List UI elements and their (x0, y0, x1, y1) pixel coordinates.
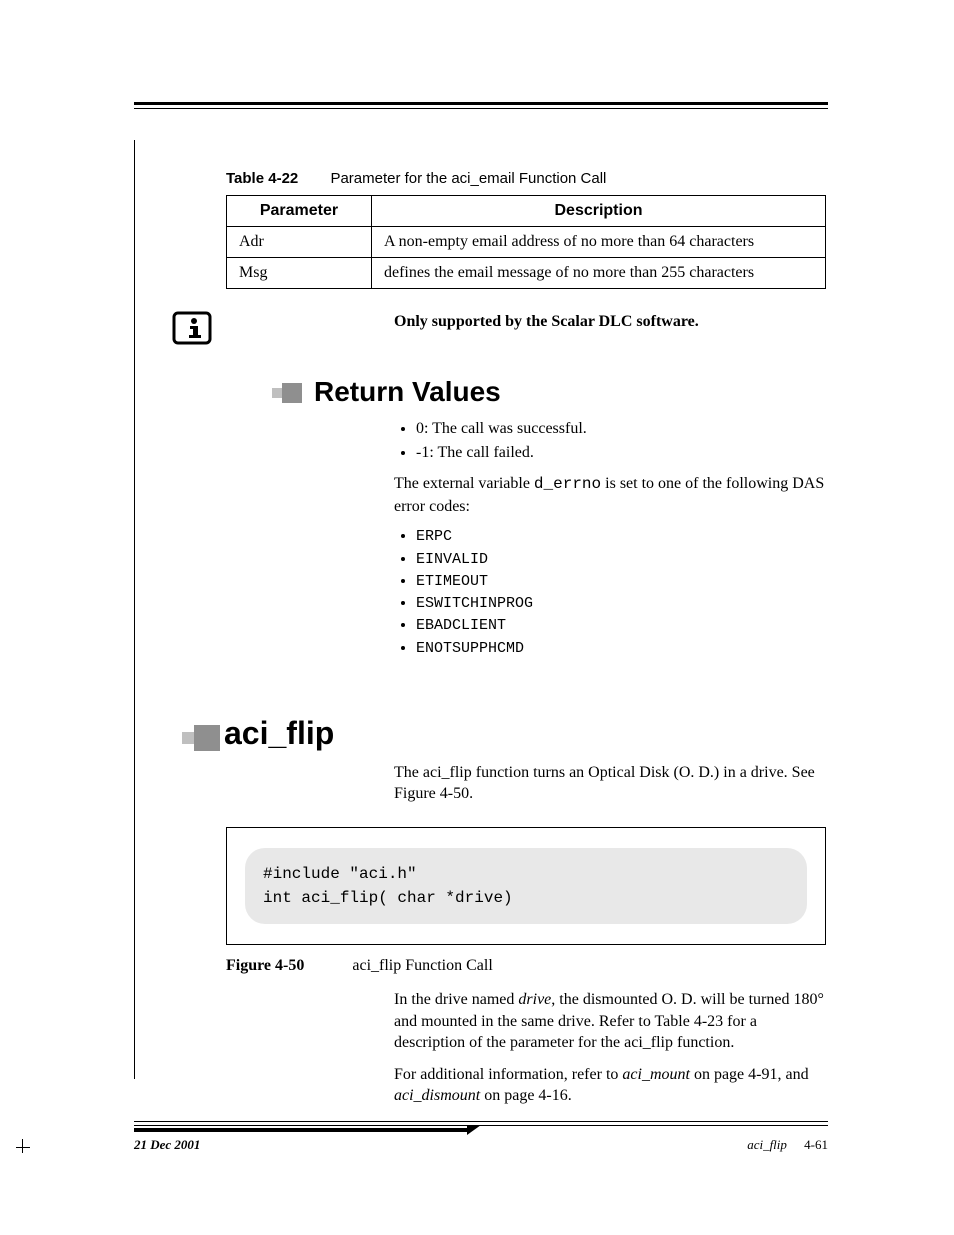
ref-aci-mount: aci_mount (622, 1066, 690, 1083)
aci-flip-intro: The aci_flip function turns an Optical D… (394, 762, 826, 805)
table-caption-text: Parameter for the aci_email Function Cal… (330, 170, 606, 187)
table-caption: Table 4-22 Parameter for the aci_email F… (226, 170, 828, 187)
list-item: EINVALID (416, 550, 826, 570)
table-header-parameter: Parameter (227, 196, 372, 227)
errno-paragraph: The external variable d_errno is set to … (394, 473, 826, 517)
list-item: ESWITCHINPROG (416, 594, 826, 614)
return-values-list: 0: The call was successful. -1: The call… (394, 418, 826, 463)
footer-section: aci_flip (747, 1137, 787, 1152)
heading-aci-flip: aci_flip (134, 715, 828, 752)
code-figure: #include "aci.h" int aci_flip( char *dri… (226, 827, 826, 945)
heading-text: aci_flip (224, 715, 334, 752)
list-item: -1: The call failed. (416, 442, 826, 464)
table-cell: defines the email message of no more tha… (372, 258, 826, 289)
table-row: Adr A non-empty email address of no more… (227, 227, 826, 258)
table-cell: A non-empty email address of no more tha… (372, 227, 826, 258)
table-caption-label: Table 4-22 (226, 170, 298, 187)
param-table: Parameter Description Adr A non-empty em… (226, 195, 826, 289)
info-icon (172, 332, 212, 349)
heading-bullet-icon (182, 722, 218, 744)
ref-aci-dismount: aci_dismount (394, 1087, 480, 1104)
figure-caption: Figure 4-50 aci_flip Function Call (226, 957, 828, 975)
table-cell: Adr (227, 227, 372, 258)
top-rule (134, 102, 828, 109)
figure-label: Figure 4-50 (226, 957, 304, 974)
page-footer: 21 Dec 2001 aci_flip 4-61 (134, 1121, 828, 1157)
heading-text: Return Values (314, 376, 501, 408)
table-cell: Msg (227, 258, 372, 289)
footer-date: 21 Dec 2001 (134, 1137, 200, 1153)
drive-param: drive (518, 991, 551, 1008)
list-item: 0: The call was successful. (416, 418, 826, 440)
list-item: ERPC (416, 527, 826, 547)
error-codes-list: ERPC EINVALID ETIMEOUT ESWITCHINPROG EBA… (394, 527, 826, 659)
info-note: Only supported by the Scalar DLC softwar… (394, 311, 699, 331)
left-vertical-rule (134, 140, 135, 1079)
table-header-description: Description (372, 196, 826, 227)
errno-var: d_errno (534, 475, 601, 493)
figure-text: aci_flip Function Call (352, 957, 492, 974)
footer-page: 4-61 (804, 1137, 828, 1152)
heading-bullet-icon (272, 381, 308, 403)
list-item: ETIMEOUT (416, 572, 826, 592)
aci-flip-p1: In the drive named drive, the dismounted… (394, 989, 826, 1054)
aci-flip-p2: For additional information, refer to aci… (394, 1064, 826, 1107)
heading-return-values: Return Values (134, 376, 828, 408)
crop-mark-icon (16, 1139, 34, 1157)
code-block: #include "aci.h" int aci_flip( char *dri… (245, 848, 807, 924)
list-item: EBADCLIENT (416, 616, 826, 636)
table-row: Msg defines the email message of no more… (227, 258, 826, 289)
list-item: ENOTSUPPHCMD (416, 639, 826, 659)
